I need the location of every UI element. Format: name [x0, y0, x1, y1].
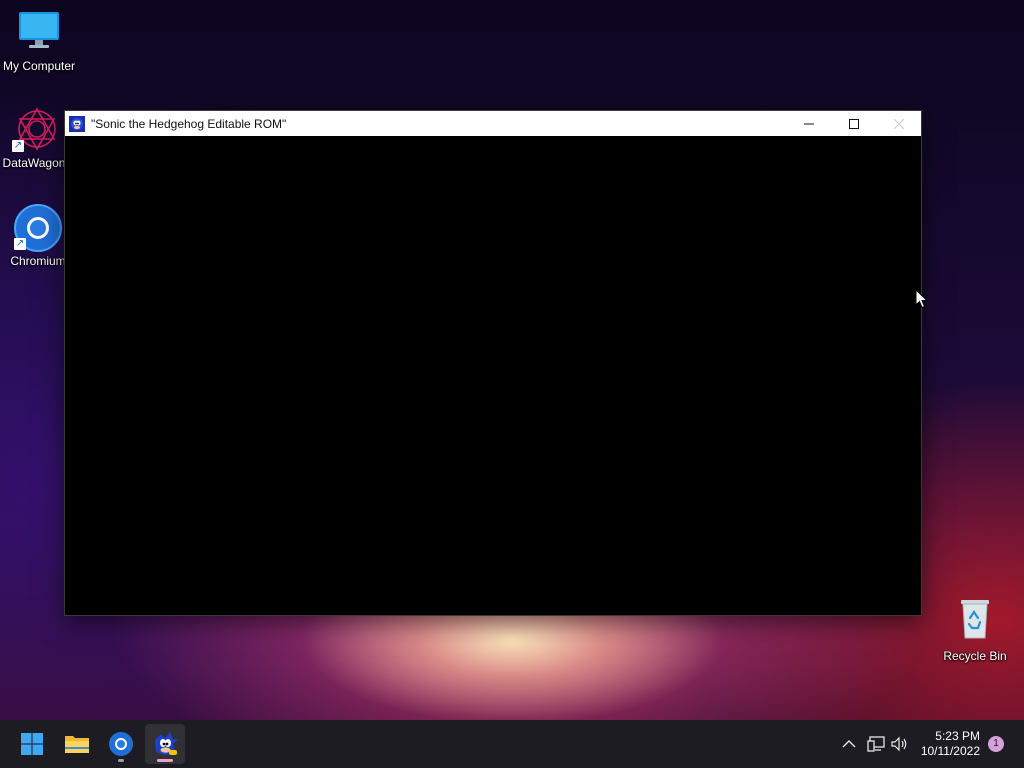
- taskbar-active-indicator: [157, 759, 173, 762]
- shortcut-arrow-icon: ↗: [12, 140, 24, 152]
- desktop-icon-label: My Computer: [2, 59, 76, 73]
- close-icon: [893, 118, 904, 129]
- maximize-icon: [848, 118, 859, 129]
- desktop-icon-recycle-bin[interactable]: Recycle Bin: [937, 596, 1013, 663]
- volume-button[interactable]: [890, 734, 910, 754]
- folder-icon: [65, 736, 89, 753]
- start-button[interactable]: [12, 724, 52, 764]
- windows-logo-icon: [21, 733, 43, 755]
- sonic-icon: [155, 732, 178, 755]
- app-window: "Sonic the Hedgehog Editable ROM": [64, 110, 922, 616]
- network-button[interactable]: [866, 734, 886, 754]
- desktop-icon-label: DataWagon: [2, 156, 66, 170]
- shortcut-arrow-icon: ↗: [14, 238, 26, 250]
- window-title: "Sonic the Hedgehog Editable ROM": [91, 116, 287, 131]
- volume-icon: [891, 736, 907, 752]
- taskbar: 5:23 PM 10/11/2022 1: [0, 720, 1024, 768]
- sonic-icon: [69, 115, 85, 132]
- chromium-icon: [109, 732, 133, 756]
- maximize-button[interactable]: [831, 111, 876, 136]
- close-button[interactable]: [876, 111, 921, 136]
- taskbar-clock[interactable]: 5:23 PM 10/11/2022: [921, 729, 980, 759]
- game-viewport[interactable]: [65, 136, 921, 615]
- taskbar-sonic-rom[interactable]: [145, 724, 185, 764]
- monitor-icon: [19, 12, 59, 48]
- minimize-icon: [803, 123, 814, 124]
- clock-time: 5:23 PM: [935, 729, 980, 743]
- taskbar-running-indicator: [118, 759, 124, 762]
- recycle-bin-icon: [961, 600, 989, 639]
- show-hidden-icons-button[interactable]: [839, 734, 859, 754]
- clock-date: 10/11/2022: [920, 744, 980, 758]
- system-tray: 5:23 PM 10/11/2022 1: [824, 720, 1024, 768]
- network-icon: [867, 736, 885, 752]
- taskbar-chromium[interactable]: [101, 724, 141, 764]
- mouse-cursor-icon: [915, 289, 929, 309]
- desktop-icon-my-computer[interactable]: My Computer: [1, 10, 77, 73]
- desktop-icon-label: Recycle Bin: [943, 649, 1007, 663]
- chevron-up-icon: [842, 740, 856, 748]
- taskbar-file-explorer[interactable]: [57, 724, 97, 764]
- desktop-icon-datawagon[interactable]: ↗ DataWagon: [0, 106, 72, 170]
- notification-badge[interactable]: 1: [988, 736, 1004, 752]
- minimize-button[interactable]: [786, 111, 831, 136]
- window-titlebar[interactable]: "Sonic the Hedgehog Editable ROM": [65, 111, 921, 136]
